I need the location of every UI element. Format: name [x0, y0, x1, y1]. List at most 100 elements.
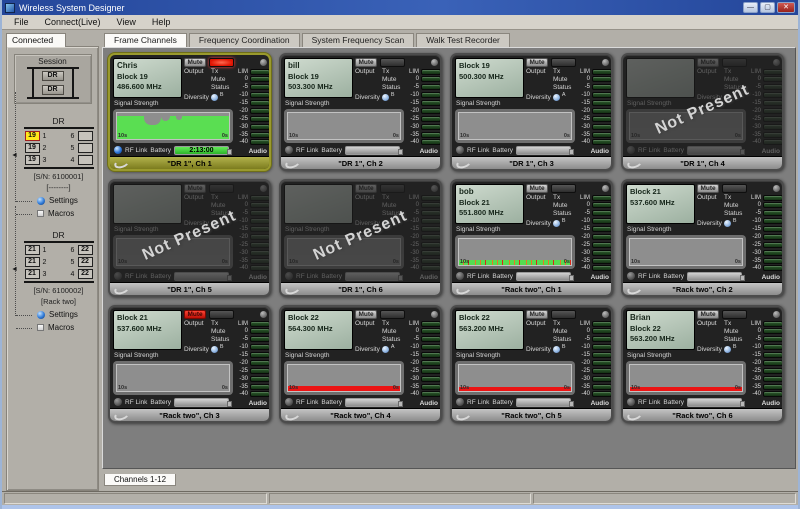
tab-channels-1-12[interactable]: Channels 1-12 [104, 474, 176, 486]
mute-button[interactable]: Mute [526, 58, 548, 67]
maximize-button[interactable]: ▢ [760, 2, 775, 13]
meter-scale-label: LIM [406, 69, 419, 75]
session-unit-button[interactable]: DR [42, 71, 64, 81]
channel-block-cell[interactable] [78, 131, 93, 141]
tab-walk-test-recorder[interactable]: Walk Test Recorder [416, 33, 510, 47]
mute-button[interactable]: Mute [184, 58, 206, 67]
mute-button[interactable]: Mute [184, 310, 206, 319]
tab-frame-channels[interactable]: Frame Channels [104, 33, 187, 47]
channel-block-cell[interactable] [78, 143, 93, 153]
signal-strength-label: Signal Strength [114, 226, 234, 234]
meter-row: -20 [406, 359, 441, 366]
channel-block-cell[interactable]: 22 [78, 245, 93, 255]
screw-icon [260, 185, 267, 192]
tab-connected[interactable]: Connected [6, 33, 66, 47]
meter-row: -30 [235, 375, 270, 382]
rf-link-label: RF Link [296, 147, 318, 154]
battery-gauge [174, 398, 229, 407]
meter-scale-label: -30 [406, 250, 419, 256]
close-button[interactable]: ✕ [777, 2, 795, 13]
meter-scale-label: LIM [235, 69, 248, 75]
session-unit-button[interactable]: DR [42, 85, 64, 95]
channel-block-cell[interactable]: 22 [78, 257, 93, 267]
channel-panel[interactable]: Block 21 537.600 MHz Mute Output Tx Mute [108, 305, 271, 423]
channel-panel[interactable]: Block 22 564.300 MHz Mute Output Tx Mute [279, 305, 442, 423]
mute-button[interactable]: Mute [355, 184, 377, 193]
menu-help[interactable]: Help [145, 16, 178, 28]
channel-panel[interactable]: Chris Block 19 486.600 MHz Mute Output T… [108, 53, 271, 171]
mute-button[interactable]: Mute [526, 310, 548, 319]
mute-button[interactable]: Mute [526, 184, 548, 193]
channel-panel[interactable]: Mute Output Tx Mute Status Diversity [108, 179, 271, 297]
device-settings-item[interactable]: Settings [37, 310, 94, 319]
audio-meter-segment [763, 234, 783, 240]
meter-row: -25 [577, 115, 612, 122]
meter-row: LIM [235, 194, 270, 201]
channel-panel[interactable]: Block 19 500.300 MHz Mute Output Tx Mute [450, 53, 613, 171]
tree-branch-icon[interactable]: ◄ [11, 152, 18, 159]
tx-mute-status-indicator [722, 58, 747, 67]
brand-logo-icon [456, 285, 471, 294]
device-macros-item[interactable]: Macros [37, 323, 94, 332]
rf-link-label: RF Link [125, 399, 147, 406]
audio-meter-segment [763, 376, 783, 382]
mute-button[interactable]: Mute [697, 310, 719, 319]
minimize-button[interactable]: — [743, 2, 758, 13]
rf-link-icon [456, 398, 464, 406]
audio-meter-column: LIM0-5-10-15-20-25-30-35-40 Audio [235, 58, 271, 156]
channel-panel[interactable]: Block 21 537.600 MHz Mute Output Tx Mute [621, 179, 784, 297]
meter-scale-label: -25 [577, 368, 590, 374]
signal-graph: 10s 0s [113, 109, 233, 143]
channel-block-cell[interactable]: 19 [25, 131, 40, 141]
meter-row: -15 [577, 226, 612, 233]
meter-row: -10 [235, 218, 270, 225]
tab-system-frequency-scan[interactable]: System Frequency Scan [302, 33, 415, 47]
meter-scale-label: 0 [235, 202, 248, 208]
audio-meter-segment [250, 132, 270, 138]
meter-row: 0 [748, 328, 783, 335]
menu-view[interactable]: View [110, 16, 143, 28]
audio-meter-segment [250, 92, 270, 98]
device-settings-item[interactable]: Settings [37, 196, 94, 205]
channel-body: Mute Output Tx Mute Status Diversity [281, 181, 440, 282]
tree-branch-icon[interactable]: ◄ [11, 266, 18, 273]
channel-block-cell[interactable]: 21 [25, 245, 40, 255]
meter-scale-label: -15 [748, 100, 761, 106]
statusbar-cell [533, 493, 796, 504]
channel-block-cell[interactable]: 19 [25, 155, 40, 165]
mute-button[interactable]: Mute [697, 184, 719, 193]
meter-scale-label: -15 [406, 352, 419, 358]
device-macros-item[interactable]: Macros [37, 209, 94, 218]
diversity-channel-letter: B [733, 344, 737, 350]
meter-scale-label: -10 [235, 218, 248, 224]
battery-gauge: 2:13:00 [174, 146, 229, 155]
channel-panel[interactable]: bob Block 21 551.800 MHz Mute Output Tx … [450, 179, 613, 297]
channel-panel[interactable]: bill Block 19 503.300 MHz Mute Output Tx [279, 53, 442, 171]
menu-file[interactable]: File [7, 16, 36, 28]
channel-panel[interactable]: Mute Output Tx Mute Status Diversity [621, 53, 784, 171]
channel-panel[interactable]: Mute Output Tx Mute Status Diversity [279, 179, 442, 297]
audio-meter-segment [250, 258, 270, 264]
channel-block-cell[interactable]: 19 [25, 143, 40, 153]
mute-button[interactable]: Mute [355, 58, 377, 67]
menu-connect-live[interactable]: Connect(Live) [38, 16, 108, 28]
channel-index-label: 5 [70, 145, 76, 152]
audio-meter-segment [763, 84, 783, 90]
tx-mute-label: Tx Mute [382, 320, 405, 336]
mute-button[interactable]: Mute [355, 310, 377, 319]
statusbar-cell [269, 493, 532, 504]
tab-frequency-coordination[interactable]: Frequency Coordination [189, 33, 300, 47]
meter-scale-label: -35 [748, 132, 761, 138]
time-axis-right-label: 0s [393, 133, 399, 139]
signal-plot: 10s 0s [629, 238, 743, 266]
meter-row: -40 [406, 139, 441, 146]
channel-panel[interactable]: Brian Block 22 563.200 MHz Mute Output T… [621, 305, 784, 423]
mute-button[interactable]: Mute [184, 184, 206, 193]
channel-panel[interactable]: Block 22 563.200 MHz Mute Output Tx Mute [450, 305, 613, 423]
channel-block-cell[interactable]: 22 [78, 269, 93, 279]
channel-block-cell[interactable]: 21 [25, 257, 40, 267]
mute-button[interactable]: Mute [697, 58, 719, 67]
meter-row: -25 [748, 367, 783, 374]
channel-block-cell[interactable]: 21 [25, 269, 40, 279]
channel-block-cell[interactable] [78, 155, 93, 165]
